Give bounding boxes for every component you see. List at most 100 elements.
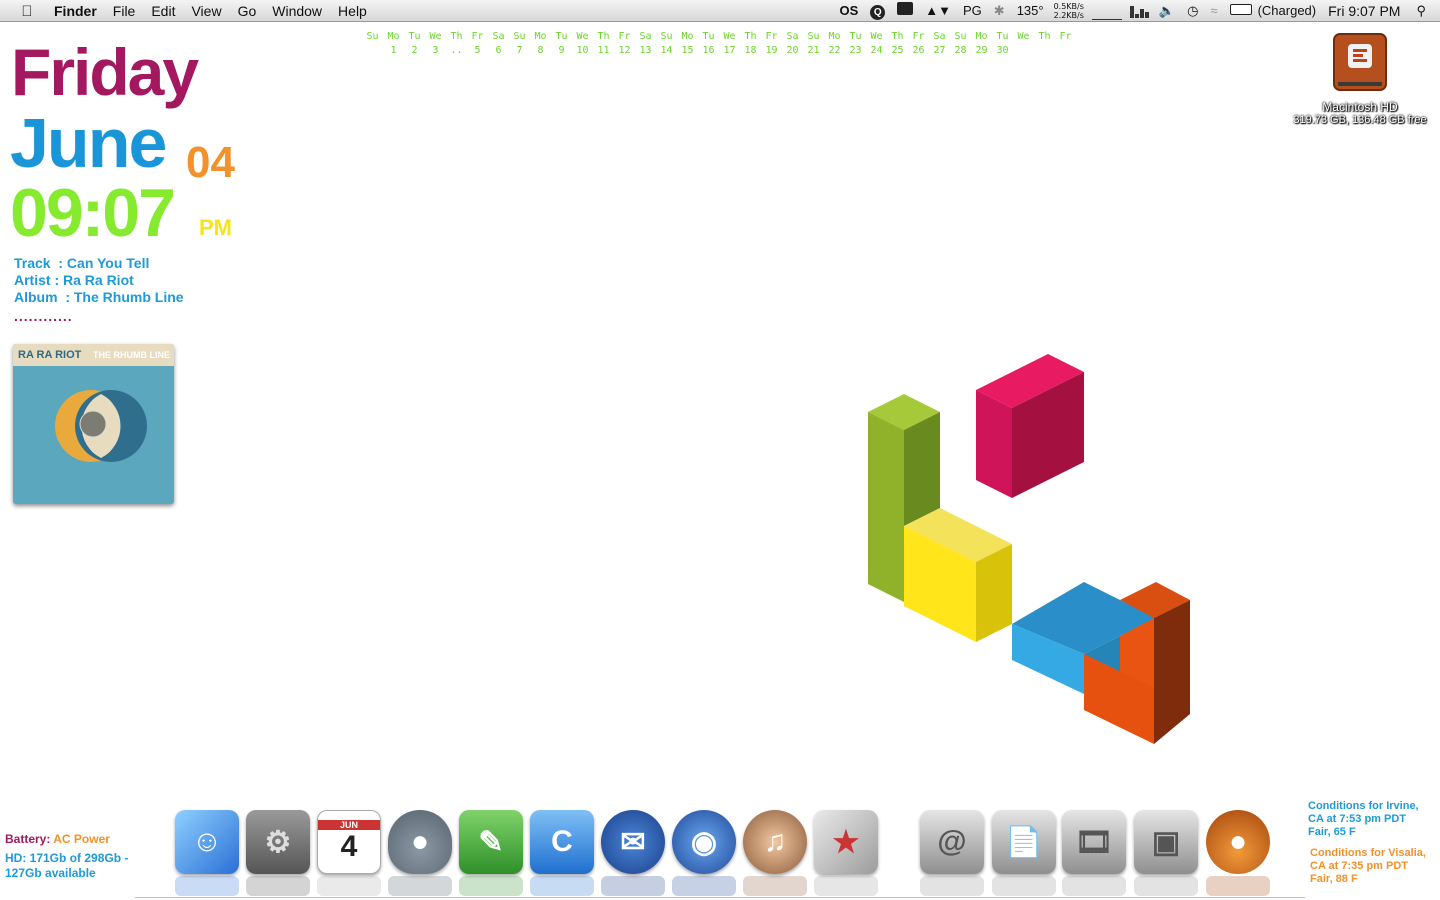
dock-reflection bbox=[530, 876, 594, 896]
hard-drive-icon bbox=[1333, 33, 1387, 91]
battery-key: Battery: bbox=[5, 832, 51, 846]
calendar-day: 22 bbox=[828, 45, 841, 56]
pictures-stack-icon[interactable]: ▣ bbox=[1134, 810, 1198, 874]
temperature-readout[interactable]: 135° bbox=[1011, 0, 1050, 22]
dock-reflection bbox=[388, 876, 452, 896]
cyberduck-icon[interactable]: C bbox=[530, 810, 594, 874]
menu-bar:  Finder File Edit View Go Window Help O… bbox=[0, 0, 1440, 22]
ical-day: 4 bbox=[340, 830, 358, 863]
memory-graph-icon[interactable] bbox=[1129, 4, 1149, 18]
battery-status[interactable]: (Charged) bbox=[1258, 0, 1323, 22]
calendar-weekday: Mo bbox=[681, 31, 694, 42]
calendar-weekday: Tu bbox=[408, 31, 421, 42]
weather-visalia: Conditions for Visalia, CA at 7:35 pm PD… bbox=[1310, 847, 1440, 886]
weather-irvine: Conditions for Irvine, CA at 7:53 pm PDT… bbox=[1308, 800, 1438, 839]
calendar-weekday: Fr bbox=[912, 31, 925, 42]
quicksilver-icon[interactable]: Q bbox=[864, 0, 891, 22]
spotlight-search-icon[interactable]: ⚲ bbox=[1406, 0, 1440, 22]
menubar-clock[interactable]: Fri 9:07 PM bbox=[1322, 0, 1406, 22]
dock-reflection bbox=[814, 876, 878, 896]
finder-icon[interactable]: ☺ bbox=[175, 810, 239, 874]
applications-stack-icon[interactable]: @ bbox=[920, 810, 984, 874]
calendar-day bbox=[1034, 44, 1055, 58]
menu-help[interactable]: Help bbox=[330, 0, 375, 22]
dock-reflection bbox=[246, 876, 310, 896]
time-machine-icon[interactable]: ◷ bbox=[1181, 0, 1204, 22]
calendar-weekday: Tu bbox=[555, 31, 568, 42]
evernote-icon[interactable]: ✎ bbox=[459, 810, 523, 874]
thunderbird-icon[interactable]: ✉ bbox=[601, 810, 665, 874]
documents-stack-icon[interactable]: 📄 bbox=[992, 810, 1056, 874]
calendar-weekday: Su bbox=[954, 31, 967, 42]
album-artwork[interactable]: RA RA RIOT THE RHUMB LINE bbox=[13, 344, 174, 504]
calendar-day: 16 bbox=[702, 45, 715, 56]
calendar-day: 25 bbox=[891, 45, 904, 56]
calendar-day: 21 bbox=[807, 45, 820, 56]
menu-app-name[interactable]: Finder bbox=[54, 0, 105, 22]
drive-name: Macintosh HD bbox=[1322, 100, 1398, 114]
system-preferences-icon[interactable]: ⚙ bbox=[246, 810, 310, 874]
calendar-day: 14 bbox=[660, 45, 673, 56]
day-number: 04 bbox=[186, 138, 235, 187]
calendar-day: 6 bbox=[495, 45, 502, 56]
dock-reflection bbox=[459, 876, 523, 896]
calendar-weekday: Fr bbox=[1059, 31, 1072, 42]
pg-status-label[interactable]: PG bbox=[957, 0, 988, 22]
battery-icon[interactable] bbox=[1224, 0, 1258, 22]
dock-reflection bbox=[317, 876, 381, 896]
growl-icon[interactable]: ▲▼ bbox=[919, 0, 957, 22]
dock-reflection bbox=[1134, 876, 1198, 896]
calendar-weekday: Fr bbox=[471, 31, 484, 42]
movies-stack-icon[interactable]: 🎞 bbox=[1062, 810, 1126, 874]
calendar-day: 19 bbox=[765, 45, 778, 56]
dock-reflection bbox=[920, 876, 984, 896]
calendar-day: 1 bbox=[390, 45, 397, 56]
iphoto-icon[interactable]: ★ bbox=[814, 810, 878, 874]
firefox-icon[interactable]: ◉ bbox=[672, 810, 736, 874]
menu-file[interactable]: File bbox=[105, 0, 144, 22]
calendar-day: 5 bbox=[474, 45, 481, 56]
calendar-weekday: Sa bbox=[639, 31, 652, 42]
apple-menu-icon[interactable]:  bbox=[0, 3, 54, 20]
terminal-icon[interactable] bbox=[891, 0, 919, 22]
wifi-icon[interactable]: ≈ bbox=[1204, 0, 1223, 22]
calendar-day: 27 bbox=[933, 45, 946, 56]
menu-edit[interactable]: Edit bbox=[143, 0, 183, 22]
calendar-weekday: Mo bbox=[534, 31, 547, 42]
dock-reflection bbox=[743, 876, 807, 896]
menu-window[interactable]: Window bbox=[264, 0, 330, 22]
dock-reflection bbox=[992, 876, 1056, 896]
calendar-weekday: We bbox=[1017, 31, 1030, 42]
calendar-weekdays-row: Su Mo Tu We Th Fr Sa Su Mo Tu We Th Fr Sa Su Mo Tu We Th Fr… bbox=[362, 30, 1082, 44]
network-speed[interactable]: 0.5KB/s 2.2KB/s bbox=[1050, 2, 1088, 20]
os-status-label[interactable]: OS bbox=[833, 0, 864, 22]
volume-icon[interactable]: 🔈 bbox=[1153, 0, 1181, 22]
menu-view[interactable]: View bbox=[183, 0, 229, 22]
calendar-weekday: We bbox=[429, 31, 442, 42]
calendar-days-row: 1 2 3.. 5 6 7 8 9 10 11 12 13 14 15 16 17 18 19 20 21 22 23 24… bbox=[362, 44, 1082, 58]
clock-ampm: PM bbox=[199, 215, 232, 240]
calendar-weekday: Su bbox=[807, 31, 820, 42]
calendar-day: 18 bbox=[744, 45, 757, 56]
adium-icon[interactable]: ♫ bbox=[743, 810, 807, 874]
calendar-day: 11 bbox=[597, 45, 610, 56]
ical-icon[interactable]: JUN 4 bbox=[317, 810, 381, 874]
now-playing-info: Track : Can You Tell Artist : Ra Ra Riot… bbox=[14, 255, 184, 306]
ical-month: JUN bbox=[318, 820, 380, 830]
calendar-weekday: We bbox=[576, 31, 589, 42]
calendar-weekday: Tu bbox=[702, 31, 715, 42]
calendar-day: 2 bbox=[411, 45, 418, 56]
totoro-icon[interactable]: ● bbox=[388, 810, 452, 874]
dock-reflection bbox=[601, 876, 665, 896]
bluetooth-icon[interactable]: ✱ bbox=[988, 0, 1011, 22]
calendar-day bbox=[362, 44, 383, 58]
calendar-weekday: Sa bbox=[786, 31, 799, 42]
tetris-blocks-wallpaper bbox=[868, 354, 1190, 744]
drive-info: 319.73 GB, 136.48 GB free bbox=[1293, 114, 1427, 126]
weather-irvine-line3: Fair, 65 F bbox=[1308, 826, 1356, 838]
bomb-icon[interactable]: ● bbox=[1206, 810, 1270, 874]
calendar-day: 20 bbox=[786, 45, 799, 56]
menu-go[interactable]: Go bbox=[230, 0, 265, 22]
weather-visalia-line2: CA at 7:35 pm PDT bbox=[1310, 860, 1409, 872]
macintosh-hd-drive[interactable]: Macintosh HD 319.73 GB, 136.48 GB free bbox=[1290, 30, 1430, 127]
